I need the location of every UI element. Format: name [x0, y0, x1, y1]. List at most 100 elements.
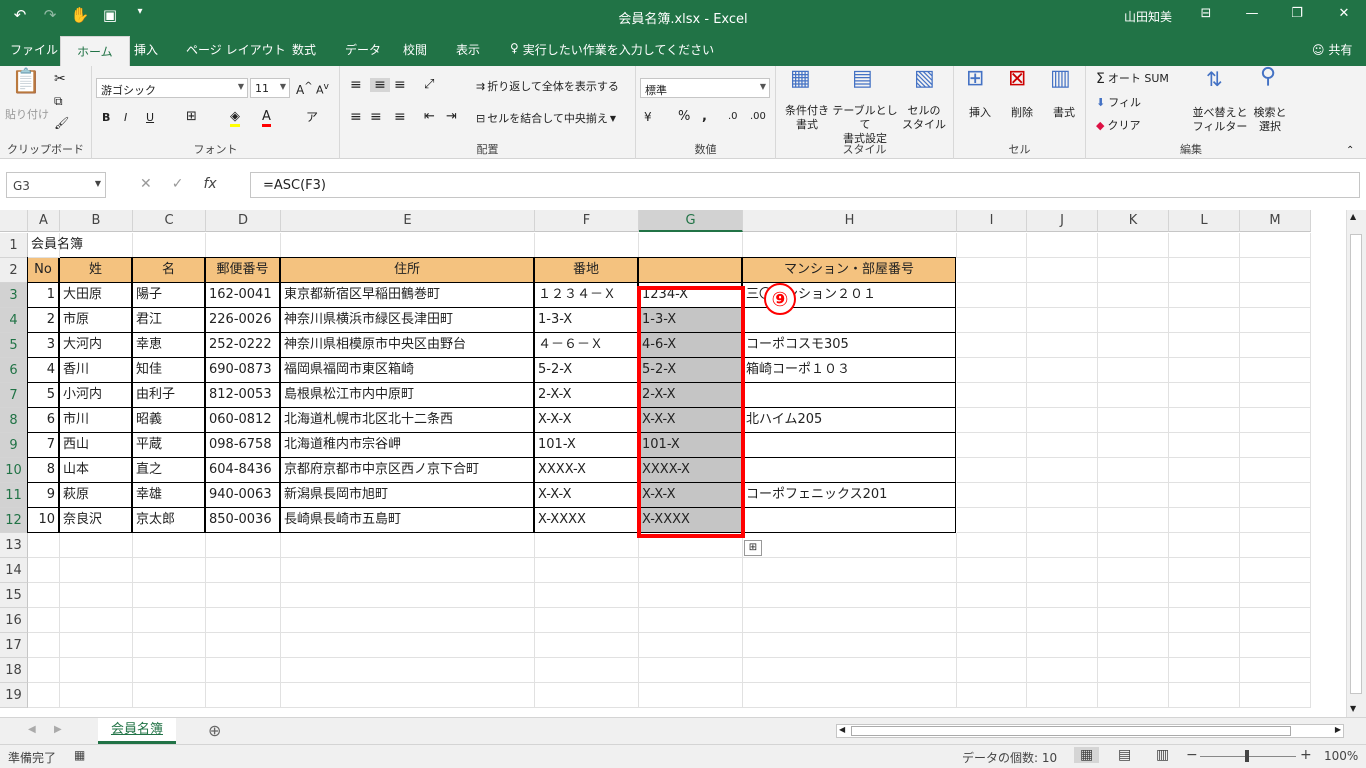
cell-m15[interactable] [1240, 583, 1311, 608]
cell-e10[interactable]: 京都府京都市中京区西ノ京下合町 [280, 457, 534, 483]
cell-i17[interactable] [957, 633, 1027, 658]
scroll-up-icon[interactable]: ▲ [1350, 212, 1356, 221]
cell-j19[interactable] [1027, 683, 1098, 708]
cell-f9[interactable]: 101-X [534, 432, 638, 458]
cell-j2[interactable] [1027, 258, 1098, 283]
column-header-f[interactable]: F [535, 210, 639, 232]
decrease-indent-icon[interactable]: ⇤ [424, 110, 435, 124]
cell-m19[interactable] [1240, 683, 1311, 708]
tab-home[interactable]: ホーム [60, 36, 130, 66]
cell-i18[interactable] [957, 658, 1027, 683]
cell-b7[interactable]: 小河内 [59, 382, 132, 408]
cell-f10[interactable]: XXXX-X [534, 457, 638, 483]
border-icon[interactable]: ⊞ [186, 110, 197, 124]
cell-a8[interactable]: 6 [27, 407, 59, 433]
cell-f4[interactable]: 1-3-X [534, 307, 638, 333]
cell-k5[interactable] [1098, 333, 1169, 358]
cell-h7[interactable] [742, 382, 956, 408]
cell-c5[interactable]: 幸恵 [132, 332, 205, 358]
cell-j12[interactable] [1027, 508, 1098, 533]
paste-icon[interactable]: 📋 [6, 69, 46, 93]
cell-e1[interactable] [281, 233, 535, 258]
cell-l17[interactable] [1169, 633, 1240, 658]
cell-c4[interactable]: 君江 [132, 307, 205, 333]
cell-a18[interactable] [28, 658, 60, 683]
cell-d13[interactable] [206, 533, 281, 558]
tab-file[interactable]: ファイル [10, 41, 58, 58]
restore-icon[interactable]: ❐ [1287, 6, 1307, 21]
row-header-16[interactable]: 16 [0, 608, 28, 633]
ribbon-display-icon[interactable]: ⊟ [1196, 6, 1216, 21]
font-size-select[interactable]: 11 ▼ [250, 78, 290, 98]
row-header-15[interactable]: 15 [0, 583, 28, 608]
cell-b14[interactable] [60, 558, 133, 583]
cell-f2[interactable]: 番地 [534, 257, 638, 283]
cell-e16[interactable] [281, 608, 535, 633]
paste-button[interactable]: 貼り付け [4, 108, 50, 122]
cell-f16[interactable] [535, 608, 639, 633]
row-header-5[interactable]: 5 [0, 333, 28, 358]
format-cells-button[interactable]: 書式 [1046, 106, 1082, 120]
cell-b4[interactable]: 市原 [59, 307, 132, 333]
cell-a7[interactable]: 5 [27, 382, 59, 408]
cell-g19[interactable] [639, 683, 743, 708]
column-header-j[interactable]: J [1027, 210, 1098, 232]
cell-j9[interactable] [1027, 433, 1098, 458]
cell-l11[interactable] [1169, 483, 1240, 508]
cell-i15[interactable] [957, 583, 1027, 608]
align-center-icon[interactable]: ≡ [370, 110, 382, 124]
cell-l19[interactable] [1169, 683, 1240, 708]
cell-h14[interactable] [743, 558, 957, 583]
select-all-corner[interactable] [0, 210, 28, 232]
cell-c18[interactable] [133, 658, 206, 683]
cell-c7[interactable]: 由利子 [132, 382, 205, 408]
align-right-icon[interactable]: ≡ [394, 110, 406, 124]
share-button[interactable]: ☺ 共有 [1312, 41, 1352, 58]
cell-i2[interactable] [957, 258, 1027, 283]
cell-k11[interactable] [1098, 483, 1169, 508]
cell-c13[interactable] [133, 533, 206, 558]
cell-h6[interactable]: 箱崎コーポ１０３ [742, 357, 956, 383]
cell-l14[interactable] [1169, 558, 1240, 583]
row-header-9[interactable]: 9 [0, 433, 28, 458]
cell-i8[interactable] [957, 408, 1027, 433]
cell-l9[interactable] [1169, 433, 1240, 458]
tab-formulas[interactable]: 数式 [292, 41, 316, 58]
cell-i5[interactable] [957, 333, 1027, 358]
cell-k12[interactable] [1098, 508, 1169, 533]
cell-i13[interactable] [957, 533, 1027, 558]
cell-k10[interactable] [1098, 458, 1169, 483]
cell-l15[interactable] [1169, 583, 1240, 608]
normal-view-icon[interactable]: ▦ [1074, 747, 1100, 763]
cell-k14[interactable] [1098, 558, 1169, 583]
cell-e4[interactable]: 神奈川県横浜市緑区長津田町 [280, 307, 534, 333]
cell-m8[interactable] [1240, 408, 1311, 433]
cell-k4[interactable] [1098, 308, 1169, 333]
cell-b13[interactable] [60, 533, 133, 558]
cell-d14[interactable] [206, 558, 281, 583]
close-icon[interactable]: ✕ [1334, 6, 1354, 21]
cell-j14[interactable] [1027, 558, 1098, 583]
cell-i14[interactable] [957, 558, 1027, 583]
cell-m1[interactable] [1240, 233, 1311, 258]
cell-j3[interactable] [1027, 283, 1098, 308]
cell-e15[interactable] [281, 583, 535, 608]
cell-d11[interactable]: 940-0063 [205, 482, 280, 508]
cell-e8[interactable]: 北海道札幌市北区北十二条西 [280, 407, 534, 433]
cell-h19[interactable] [743, 683, 957, 708]
sheet-tab-members[interactable]: 会員名簿 [98, 718, 176, 744]
cell-a19[interactable] [28, 683, 60, 708]
cell-a17[interactable] [28, 633, 60, 658]
cell-k16[interactable] [1098, 608, 1169, 633]
insert-function-icon[interactable]: fx [203, 176, 216, 192]
column-header-h[interactable]: H [743, 210, 957, 232]
cell-l3[interactable] [1169, 283, 1240, 308]
cell-m16[interactable] [1240, 608, 1311, 633]
row-header-12[interactable]: 12 [0, 508, 28, 533]
cell-j5[interactable] [1027, 333, 1098, 358]
cell-d18[interactable] [206, 658, 281, 683]
cell-d8[interactable]: 060-0812 [205, 407, 280, 433]
grow-font-icon[interactable]: A^ [296, 80, 313, 97]
cell-i4[interactable] [957, 308, 1027, 333]
cell-l10[interactable] [1169, 458, 1240, 483]
